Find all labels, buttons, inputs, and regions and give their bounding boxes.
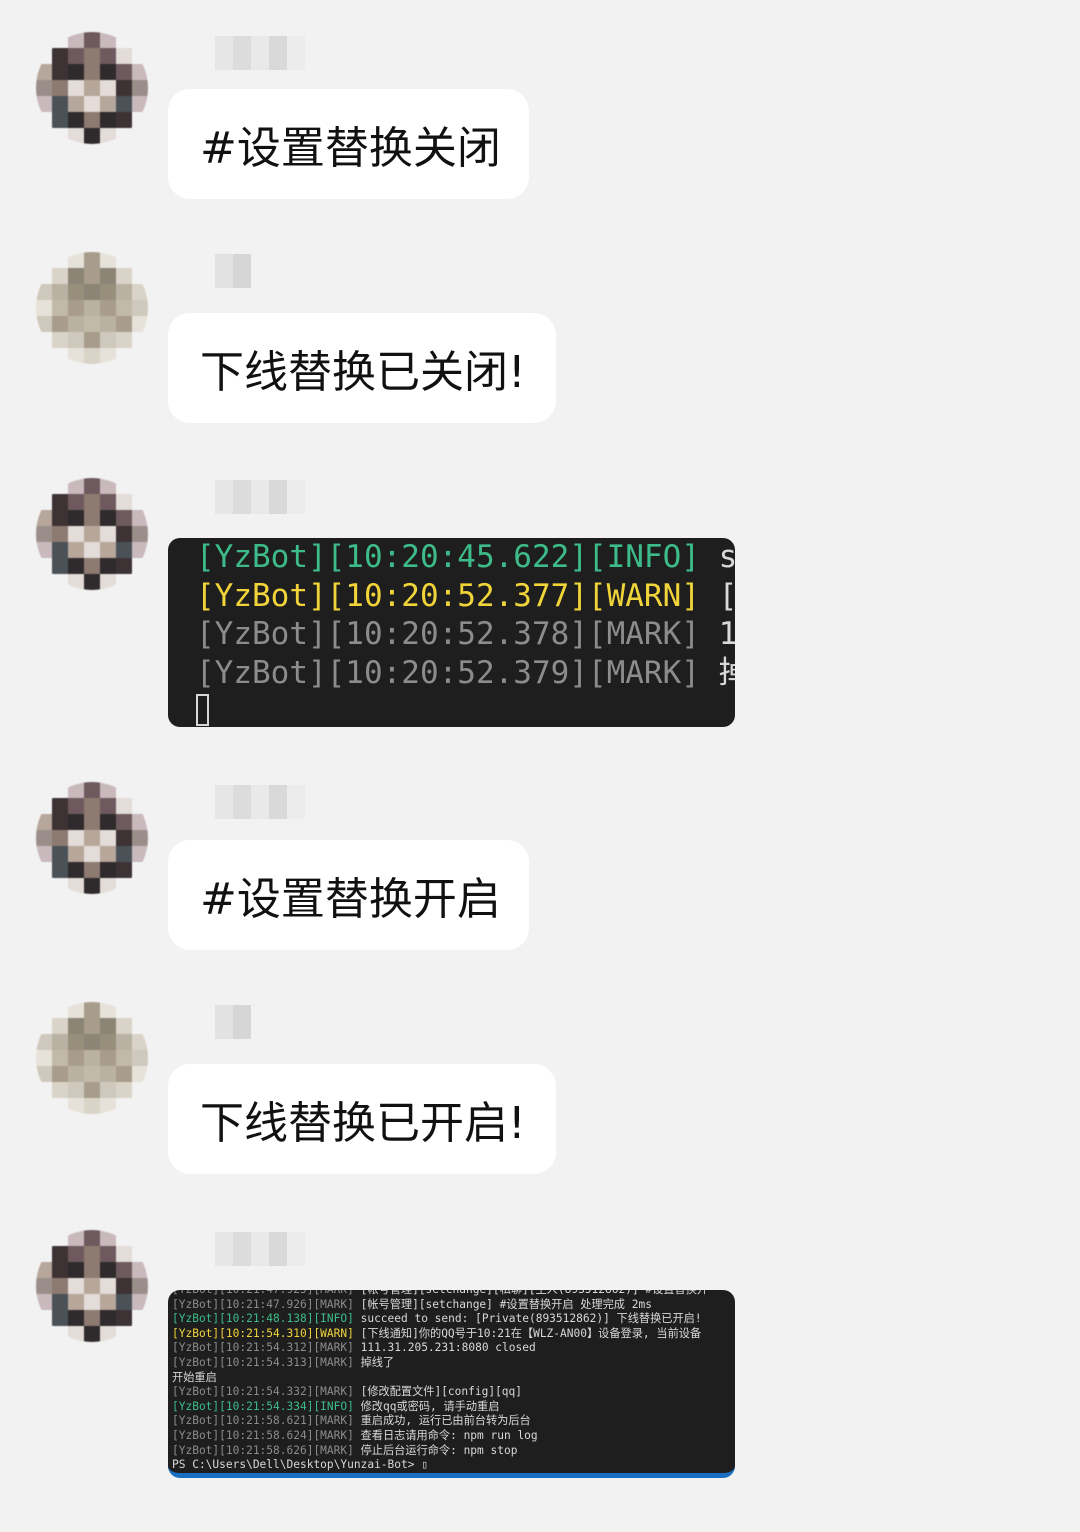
- log-text: 停止后台运行命令: npm stop: [353, 1443, 518, 1457]
- log-prefix: [YzBot][10:21:58.626][MARK]: [172, 1443, 354, 1457]
- nickname-blurred: [215, 785, 305, 819]
- terminal-screenshot-image[interactable]: [YzBot][10:21:47.925][MARK] [帐号管理][setch…: [168, 1290, 735, 1478]
- log-prefix: [YzBot][10:21:48.138][INFO]: [172, 1312, 354, 1326]
- log-text: [下线通知]你的QQ号于10:21在【WLZ-AN00】设备登录, 当前设备: [353, 1326, 702, 1340]
- terminal-cursor-icon: [196, 694, 209, 726]
- nickname-blurred: [215, 254, 251, 288]
- message-text: 下线替换已开启!: [200, 1098, 526, 1149]
- nickname-blurred: [215, 1005, 251, 1039]
- terminal-line: [YzBot][10:21:54.312][MARK] 111.31.205.2…: [168, 1341, 735, 1356]
- terminal-line: [YzBot][10:21:54.313][MARK] 掉线了: [168, 1356, 735, 1371]
- log-prefix: [YzBot][10:21:47.925][MARK]: [172, 1290, 354, 1296]
- terminal-line: [YzBot][10:20:52.379][MARK] 掉线: [196, 654, 735, 691]
- log-text: succeed to send: [Private(893512862)] 下线…: [353, 1312, 702, 1326]
- log-text: [帐号管理][setchange][私聊][主人(893512862)] #设置…: [354, 1290, 709, 1296]
- log-prefix: [YzBot][10:21:54.334][INFO]: [172, 1399, 354, 1413]
- terminal-line: [YzBot][10:20:45.622][INFO] succ: [196, 539, 735, 575]
- log-prefix: [YzBot][10:21:58.624][MARK]: [172, 1428, 354, 1442]
- log-prefix: [YzBot][10:21:54.332][MARK]: [172, 1385, 354, 1399]
- terminal-line: [YzBot][10:20:52.377][WARN] [下: [196, 577, 735, 614]
- terminal-line: [YzBot][10:21:54.310][WARN] [下线通知]你的QQ号于…: [168, 1327, 735, 1342]
- log-prefix: [YzBot][10:21:54.310][WARN]: [172, 1326, 354, 1340]
- log-prefix: [YzBot][10:21:54.312][MARK]: [172, 1341, 354, 1355]
- terminal-line: PS C:\Users\Dell\Desktop\Yunzai-Bot> ▯: [168, 1458, 735, 1473]
- log-prefix: [YzBot][10:21:54.313][MARK]: [172, 1355, 354, 1369]
- avatar[interactable]: [36, 1230, 148, 1342]
- avatar[interactable]: [36, 252, 148, 364]
- terminal-screenshot-image[interactable]: [YzBot][10:20:45.622][INFO] succ [YzBot]…: [168, 538, 735, 727]
- nickname-blurred: [215, 36, 305, 70]
- log-text: 开始重启: [172, 1370, 217, 1384]
- terminal-line: [YzBot][10:21:58.624][MARK] 查看日志请用命令: np…: [168, 1429, 735, 1444]
- message-text: #设置替换开启: [200, 874, 501, 925]
- log-prefix: [YzBot][10:21:58.621][MARK]: [172, 1414, 354, 1428]
- message-bubble[interactable]: #设置替换关闭: [168, 89, 529, 199]
- message-bubble[interactable]: 下线替换已开启!: [168, 1064, 556, 1174]
- message-bubble[interactable]: #设置替换开启: [168, 840, 529, 950]
- log-prefix: [YzBot][10:21:47.926][MARK]: [172, 1297, 354, 1311]
- terminal-line: [YzBot][10:21:58.621][MARK] 重启成功, 运行已由前台…: [168, 1414, 735, 1429]
- message-bubble[interactable]: 下线替换已关闭!: [168, 313, 556, 423]
- terminal-line: [YzBot][10:21:48.138][INFO] succeed to s…: [168, 1312, 735, 1327]
- terminal-line: [YzBot][10:21:58.626][MARK] 停止后台运行命令: np…: [168, 1444, 735, 1459]
- nickname-blurred: [215, 1232, 305, 1266]
- log-text: PS C:\Users\Dell\Desktop\Yunzai-Bot> ▯: [172, 1458, 428, 1472]
- terminal-line: [YzBot][10:20:52.378][MARK] 111: [196, 616, 735, 652]
- terminal-log: [YzBot][10:21:47.925][MARK] [帐号管理][setch…: [168, 1290, 735, 1473]
- terminal-line: [YzBot][10:21:47.925][MARK] [帐号管理][setch…: [168, 1290, 735, 1298]
- log-text: 重启成功, 运行已由前台转为后台: [353, 1414, 531, 1428]
- terminal-line: 开始重启: [168, 1371, 735, 1386]
- log-text: 修改qq或密码, 请手动重启: [353, 1399, 500, 1413]
- avatar[interactable]: [36, 1002, 148, 1114]
- terminal-line: [YzBot][10:21:54.334][INFO] 修改qq或密码, 请手动…: [168, 1400, 735, 1415]
- log-text: [修改配置文件][config][qq]: [353, 1385, 523, 1399]
- message-text: 下线替换已关闭!: [200, 347, 526, 398]
- log-text: 掉线了: [353, 1355, 395, 1369]
- avatar[interactable]: [36, 782, 148, 894]
- log-text: 111.31.205.231:8080 closed: [353, 1341, 536, 1355]
- avatar[interactable]: [36, 32, 148, 144]
- nickname-blurred: [215, 480, 305, 514]
- terminal-line: [YzBot][10:21:54.332][MARK] [修改配置文件][con…: [168, 1385, 735, 1400]
- log-text: [帐号管理][setchange] #设置替换开启 处理完成 2ms: [353, 1297, 652, 1311]
- message-text: #设置替换关闭: [200, 123, 501, 174]
- terminal-line: [YzBot][10:21:47.926][MARK] [帐号管理][setch…: [168, 1298, 735, 1313]
- log-text: 查看日志请用命令: npm run log: [353, 1428, 538, 1442]
- avatar[interactable]: [36, 478, 148, 590]
